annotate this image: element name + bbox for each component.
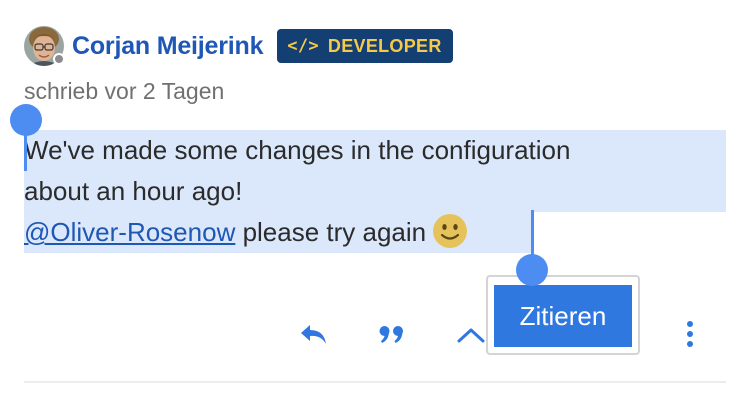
avatar-container[interactable] [24,26,65,66]
quote-icon [379,326,403,343]
post-divider [24,381,726,383]
more-vertical-icon [687,321,693,347]
post-text-line-3: @Oliver-Rosenow please try again [24,214,468,249]
reply-icon [301,325,326,344]
author-name-link[interactable]: Corjan Meijerink [72,32,263,61]
post-header: Corjan Meijerink </> DEVELOPER [24,24,453,68]
post-timestamp[interactable]: schrieb vor 2 Tagen [24,78,224,105]
selection-start-handle[interactable] [10,104,42,136]
selection-start-caret [24,133,27,171]
selection-end-caret [531,210,534,260]
more-options-button[interactable] [676,316,704,352]
post-text-line-2: about an hour ago! [24,176,243,206]
collapse-button[interactable] [454,318,488,352]
user-mention-link[interactable]: @Oliver-Rosenow [24,217,235,247]
selection-end-handle[interactable] [516,254,548,286]
post-text-line-1: We've made some changes in the configura… [24,135,571,165]
code-icon: </> [287,36,319,56]
quote-button[interactable] [374,318,410,352]
badge-label: DEVELOPER [327,35,442,56]
reply-button[interactable] [296,318,332,352]
chevron-up-icon [457,328,485,343]
developer-badge[interactable]: </> DEVELOPER [277,29,453,63]
slightly-smiling-face-icon [433,214,468,249]
quote-selection-button[interactable]: Zitieren [494,285,632,347]
post-body: We've made some changes in the configura… [24,130,726,253]
presence-indicator [53,53,65,65]
forum-post: Corjan Meijerink </> DEVELOPER schrieb v… [0,0,750,405]
post-line-3: @Oliver-Rosenow please try again [24,212,726,253]
post-text-rest: please try again [235,217,427,247]
